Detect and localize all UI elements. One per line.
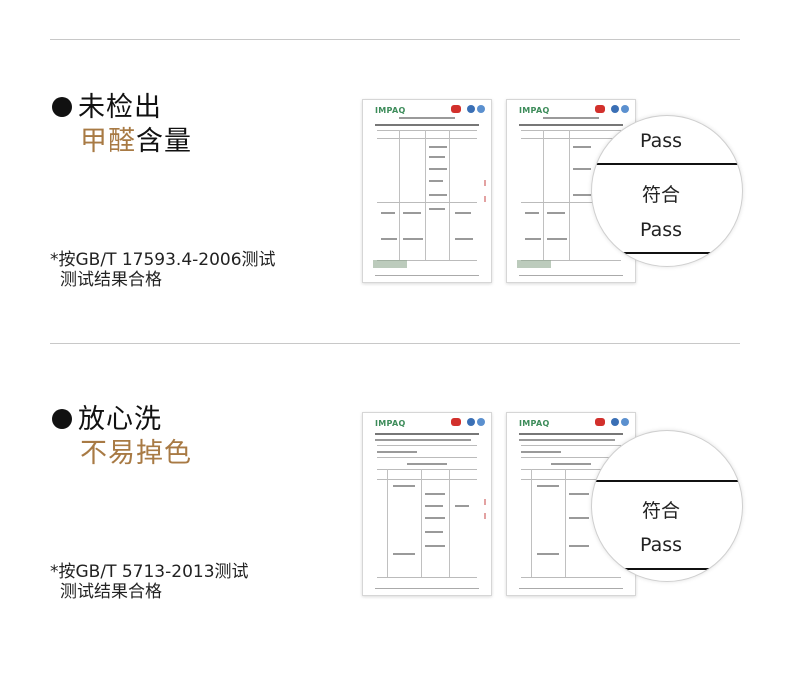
section-title: 放心洗: [52, 403, 162, 437]
ilac-seal-icon: [477, 418, 485, 426]
impaq-logo-icon: IMPAQ: [375, 419, 406, 428]
test-standard: *按GB/T 5713-2013测试: [50, 562, 249, 582]
test-result: 测试结果合格: [60, 582, 162, 602]
cma-seal-icon: [595, 418, 605, 426]
title-text: 放心洗: [78, 404, 162, 435]
test-note: *按GB/T 5713-2013测试 测试结果合格: [50, 562, 249, 602]
cnas-seal-icon: [467, 418, 475, 426]
middle-divider: [50, 343, 740, 344]
cma-seal-icon: [451, 418, 461, 426]
section-subtitle: 不易掉色: [80, 437, 192, 471]
magnifier-callout: 符合 Pass 符合: [591, 430, 743, 582]
magnified-pass-text: Pass: [639, 534, 683, 556]
magnified-conform-text: 符合: [641, 500, 680, 522]
bullet-dot-icon: [52, 409, 72, 429]
subtitle-accent: 不易掉色: [80, 438, 192, 469]
colorfastness-section: 放心洗 不易掉色 *按GB/T 5713-2013测试 测试结果合格 IMPAQ: [0, 0, 790, 602]
impaq-logo-icon: IMPAQ: [519, 419, 550, 428]
cnas-seal-icon: [611, 418, 619, 426]
ilac-seal-icon: [621, 418, 629, 426]
test-report-image: IMPAQ: [362, 412, 492, 596]
